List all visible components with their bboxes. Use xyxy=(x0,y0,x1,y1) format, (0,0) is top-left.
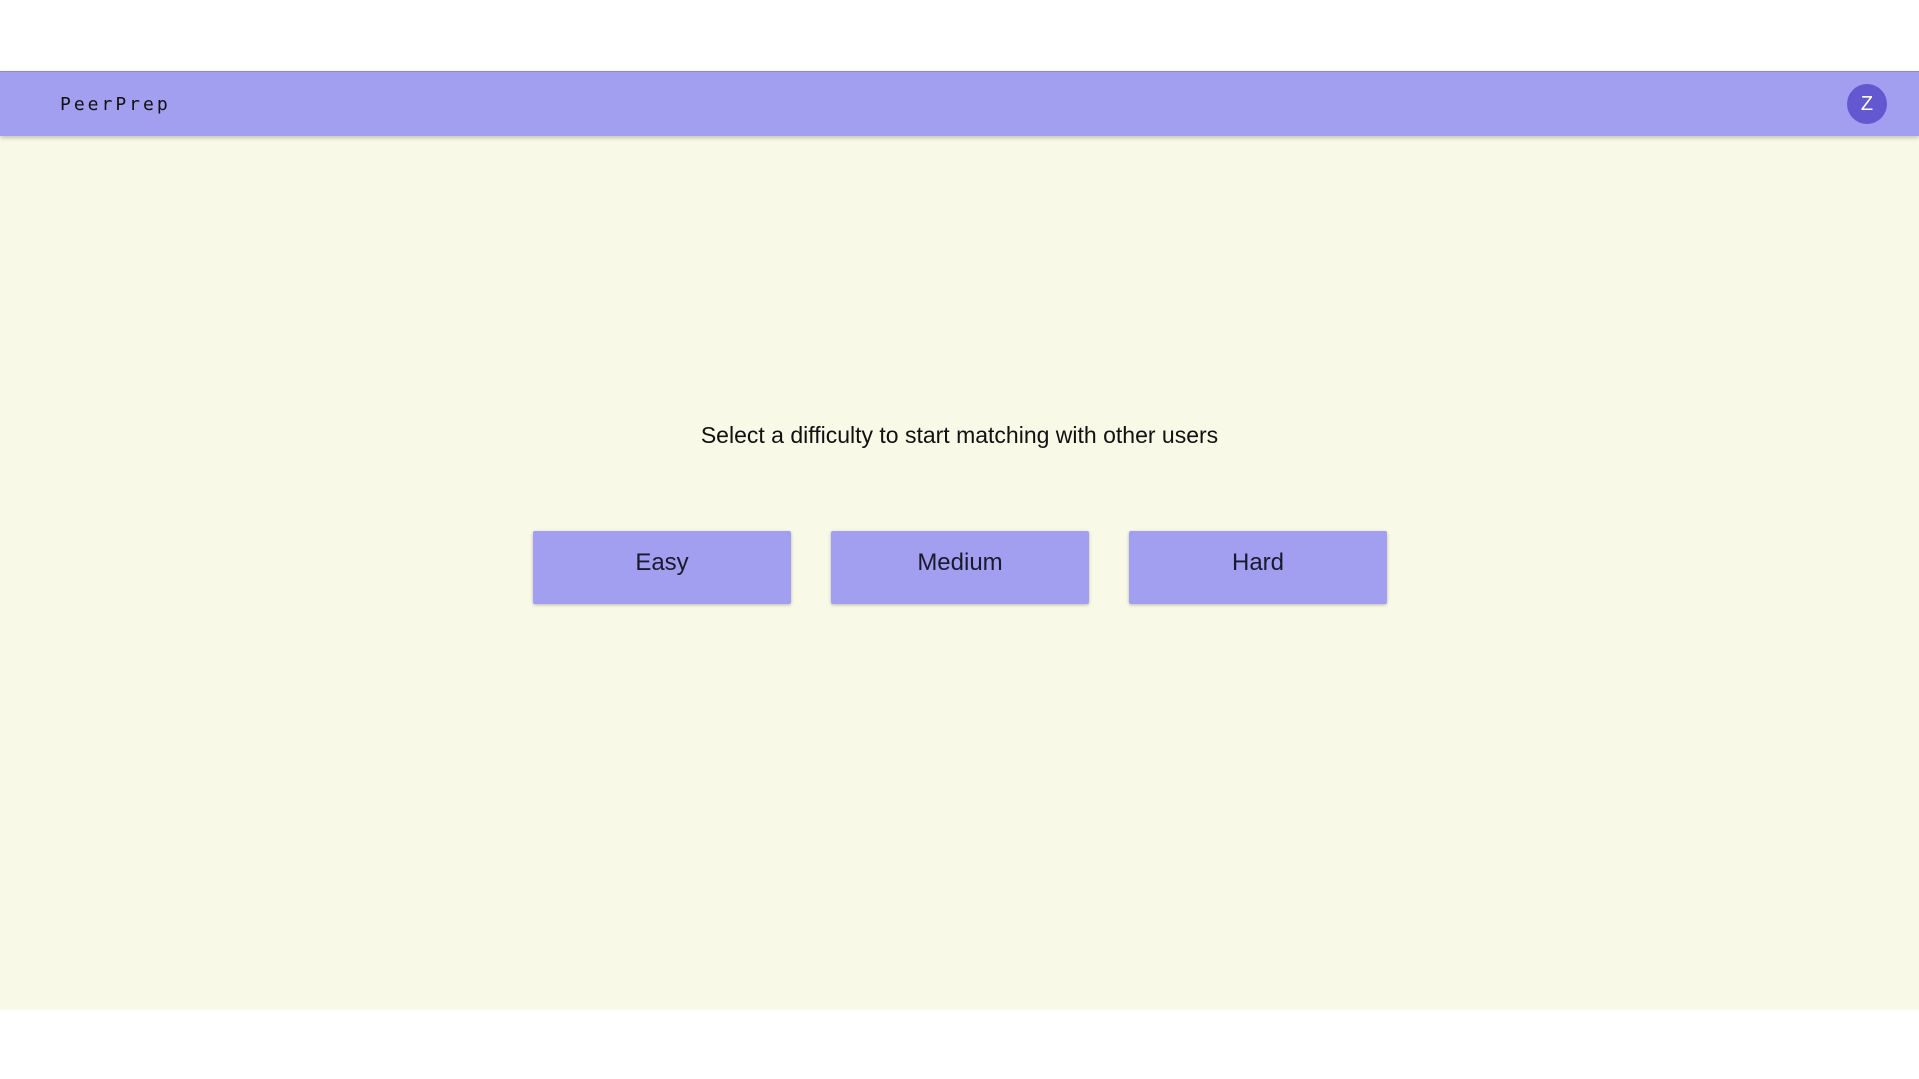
page: PeerPrep Z Select a difficulty to start … xyxy=(0,0,1919,1079)
medium-button[interactable]: Medium xyxy=(831,531,1089,604)
top-navbar: PeerPrep Z xyxy=(0,71,1919,136)
hard-button[interactable]: Hard xyxy=(1129,531,1387,604)
difficulty-prompt: Select a difficulty to start matching wi… xyxy=(700,422,1219,448)
main-content: Select a difficulty to start matching wi… xyxy=(0,136,1919,1010)
difficulty-button-group: Easy Medium Hard xyxy=(533,531,1387,604)
brand-logo-text[interactable]: PeerPrep xyxy=(60,94,171,115)
easy-button[interactable]: Easy xyxy=(533,531,791,604)
avatar-initial: Z xyxy=(1860,92,1874,115)
user-avatar[interactable]: Z xyxy=(1847,84,1887,124)
